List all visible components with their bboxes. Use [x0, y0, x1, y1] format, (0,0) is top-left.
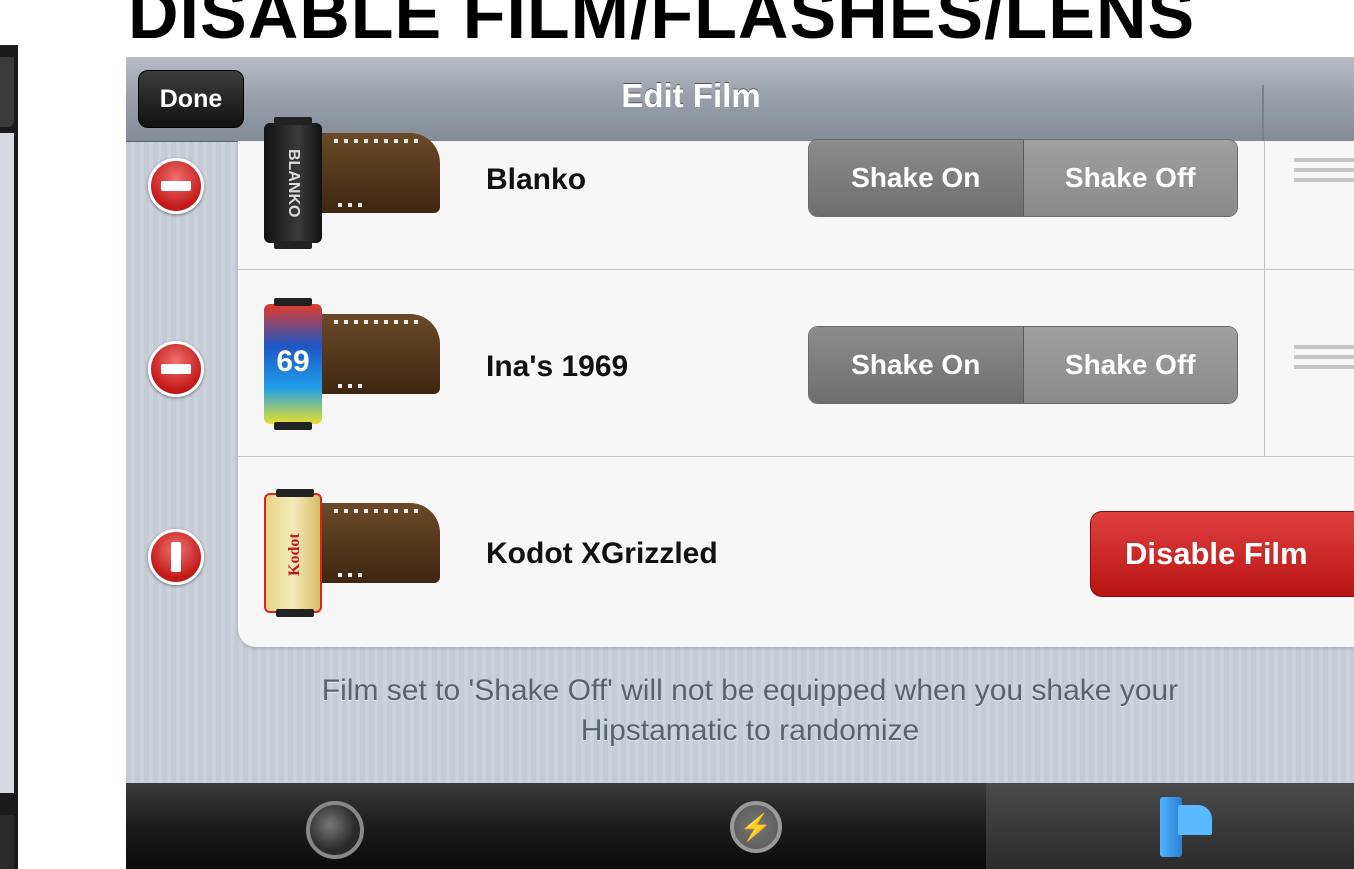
lens-icon — [306, 801, 364, 859]
list-item: BLANKO Blanko Shake On Shake Off — [238, 117, 1354, 270]
nav-title: Edit Film — [621, 77, 761, 114]
list-item: Kodot Kodot XGrizzled Disable Film — [238, 457, 1354, 647]
film-icon-kodot-xgrizzled: Kodot — [264, 489, 444, 617]
tab-flash[interactable]: ⚡ — [556, 783, 986, 869]
footer-line-1: Film set to 'Shake Off' will not be equi… — [321, 674, 1179, 707]
film-name: Kodot XGrizzled — [486, 537, 718, 570]
shake-on-button[interactable]: Shake On — [809, 140, 1023, 216]
film-list: BLANKO Blanko Shake On Shake Off 69 Ina'… — [238, 117, 1354, 647]
flash-icon: ⚡ — [730, 801, 782, 853]
footer-line-2: Hipstamatic to randomize — [580, 714, 920, 747]
delete-icon[interactable] — [148, 158, 204, 214]
canister-label: Kodot — [286, 533, 303, 577]
shake-off-button[interactable]: Shake Off — [1022, 327, 1237, 403]
left-device-bottom — [0, 815, 14, 869]
footer-note: Film set to 'Shake Off' will not be equi… — [126, 671, 1354, 751]
row-separator — [1264, 141, 1265, 269]
shake-segmented-control: Shake On Shake Off — [808, 326, 1238, 404]
page-headline: DISABLE FILM/FLASHES/LENS — [128, 0, 1196, 53]
row-separator — [1264, 270, 1265, 456]
delete-icon[interactable] — [148, 341, 204, 397]
film-name: Blanko — [486, 163, 587, 196]
reorder-handle-icon[interactable] — [1294, 158, 1354, 188]
film-icon — [1160, 791, 1214, 863]
device-screen: Done Edit Film BLANKO Blanko Shake On Sh… — [126, 57, 1354, 869]
nav-separator — [1262, 85, 1264, 141]
film-icon-ina-1969: 69 — [264, 298, 444, 430]
disable-film-button[interactable]: Disable Film — [1090, 511, 1354, 597]
shake-on-button[interactable]: Shake On — [809, 327, 1023, 403]
shake-off-button[interactable]: Shake Off — [1022, 140, 1237, 216]
film-name: Ina's 1969 — [486, 350, 629, 383]
tab-film[interactable] — [986, 783, 1354, 869]
left-device-top — [0, 57, 14, 127]
reorder-handle-icon[interactable] — [1294, 345, 1354, 375]
canister-label: 69 — [276, 345, 310, 378]
canister-label: BLANKO — [285, 148, 302, 218]
shake-segmented-control: Shake On Shake Off — [808, 139, 1238, 217]
left-device-preview — [0, 45, 18, 869]
tab-lens[interactable] — [126, 783, 556, 869]
delete-confirm-icon[interactable] — [148, 529, 204, 585]
film-icon-blanko: BLANKO — [264, 117, 444, 249]
tab-bar: ⚡ — [126, 783, 1354, 869]
left-device-screen — [0, 133, 14, 793]
list-item: 69 Ina's 1969 Shake On Shake Off — [238, 270, 1354, 457]
